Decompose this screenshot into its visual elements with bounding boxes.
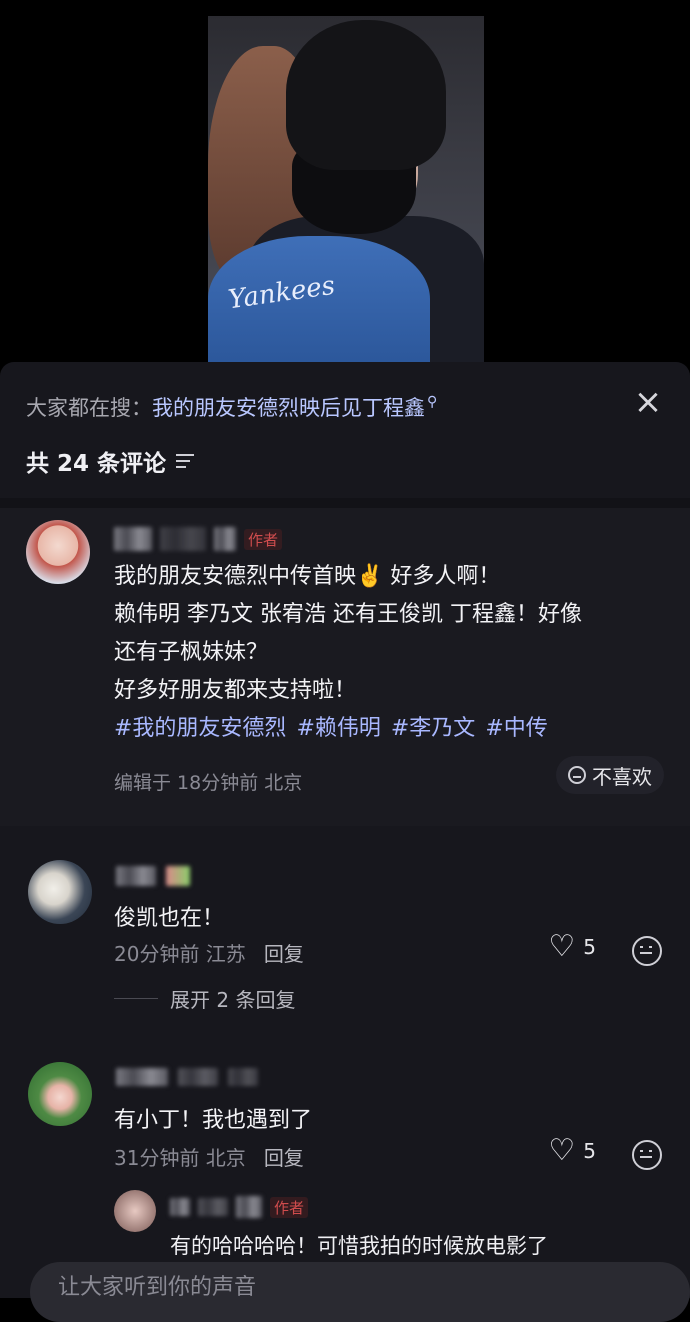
comments-sheet: 大家都在搜： 我的朋友安德烈映后见丁程鑫 ⚲ × 共 24 条评论 作者 我的朋…: [0, 362, 690, 1298]
like-button[interactable]: ♡ 5: [548, 932, 596, 962]
avatar[interactable]: [28, 1062, 92, 1126]
avatar[interactable]: [28, 860, 92, 924]
author-badge: 作者: [244, 528, 283, 550]
emoji-icon[interactable]: [632, 936, 662, 966]
reply-button[interactable]: 回复: [264, 938, 304, 967]
comment-item: 俊凯也在！ 20分钟前 江苏 回复 ♡ 5 展开 2 条回复: [0, 860, 690, 1020]
emoji-icon[interactable]: [632, 1140, 662, 1170]
like-button[interactable]: ♡ 5: [548, 1136, 596, 1166]
comment-input[interactable]: 让大家听到你的声音: [30, 1262, 690, 1322]
comment-time: 20分钟前 江苏: [114, 942, 246, 966]
dislike-button[interactable]: 不喜欢: [556, 756, 664, 794]
hashtag-link[interactable]: #我的朋友安德烈: [114, 716, 286, 741]
comment-count[interactable]: 共 24 条评论: [26, 444, 195, 478]
avatar[interactable]: [114, 1190, 156, 1232]
beanie: [286, 20, 446, 170]
search-suggestion[interactable]: 大家都在搜： 我的朋友安德烈映后见丁程鑫 ⚲: [26, 392, 437, 422]
comment-text: 俊凯也在！: [114, 906, 225, 931]
hashtag-link[interactable]: #中传: [485, 716, 547, 741]
divider: [0, 498, 690, 508]
post-line: 赖伟明 李乃文 张宥浩 还有王俊凯 丁程鑫！好像: [114, 602, 582, 627]
sub-reply: 作者 有的哈哈哈哈！可惜我拍的时候放电影了: [114, 1190, 690, 1270]
comment-text: 有小丁！我也遇到了: [114, 1108, 313, 1133]
comment-meta: 31分钟前 北京 回复: [114, 1142, 304, 1171]
comment-author[interactable]: [116, 1068, 258, 1086]
author-badge: 作者: [270, 1196, 309, 1218]
author-post: 作者 我的朋友安德烈中传首映✌️ 好多人啊！ 赖伟明 李乃文 张宥浩 还有王俊凯…: [0, 508, 690, 826]
reply-author[interactable]: 作者: [170, 1196, 309, 1218]
comment-time: 31分钟前 北京: [114, 1146, 246, 1170]
search-prefix: 大家都在搜：: [26, 396, 152, 420]
hashtag-link[interactable]: #李乃文: [391, 716, 475, 741]
hashtags: #我的朋友安德烈 #赖伟明 #李乃文 #中传: [114, 710, 664, 748]
post-text: 我的朋友安德烈中传首映✌️ 好多人啊！ 赖伟明 李乃文 张宥浩 还有王俊凯 丁程…: [114, 558, 664, 748]
avatar[interactable]: [26, 520, 90, 584]
dislike-label: 不喜欢: [592, 764, 652, 789]
like-count: 5: [583, 1139, 596, 1163]
search-icon: ⚲: [427, 394, 438, 410]
post-line: 我的朋友安德烈中传首映✌️ 好多人啊！: [114, 564, 501, 589]
comment-input-placeholder: 让大家听到你的声音: [58, 1275, 257, 1300]
search-query-link[interactable]: 我的朋友安德烈映后见丁程鑫: [152, 392, 425, 422]
comment-author[interactable]: [116, 866, 190, 886]
heart-icon: ♡: [548, 929, 576, 964]
post-line: 还有子枫妹妹？: [114, 640, 269, 665]
video-frame[interactable]: Yankees: [208, 16, 484, 362]
emoji-icon: [568, 766, 586, 784]
reply-button[interactable]: 回复: [264, 1142, 304, 1171]
heart-icon: ♡: [548, 1133, 576, 1168]
expand-replies[interactable]: 展开 2 条回复: [114, 984, 295, 1013]
post-line: 好多好朋友都来支持啦！: [114, 678, 357, 703]
like-count: 5: [583, 935, 596, 959]
comment-item: 有小丁！我也遇到了 31分钟前 北京 回复 ♡ 5: [0, 1062, 690, 1182]
comment-meta: 20分钟前 江苏 回复: [114, 938, 304, 967]
post-meta: 编辑于 18分钟前 北京: [114, 772, 303, 794]
close-icon[interactable]: ×: [632, 385, 664, 419]
sort-icon[interactable]: [176, 454, 195, 468]
post-author[interactable]: 作者: [114, 526, 283, 552]
reply-text: 有的哈哈哈哈！可惜我拍的时候放电影了: [170, 1234, 548, 1258]
comment-count-text: 共 24 条评论: [26, 451, 167, 477]
hashtag-link[interactable]: #赖伟明: [296, 716, 380, 741]
